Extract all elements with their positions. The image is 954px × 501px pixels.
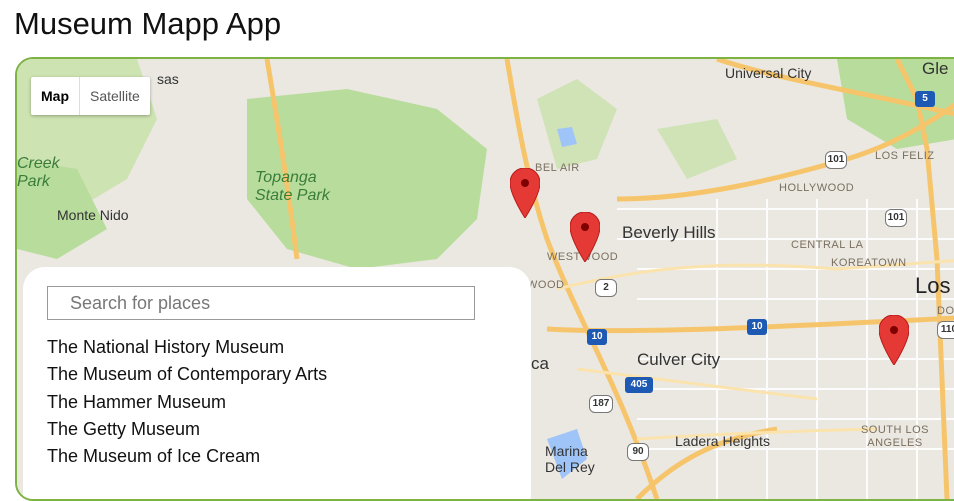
- highway-shield-10-b: 10: [747, 319, 767, 335]
- map-label-culver-city: Culver City: [637, 350, 721, 369]
- map-label-monte-nido: Monte Nido: [57, 207, 129, 223]
- places-panel: The National History Museum The Museum o…: [23, 267, 531, 499]
- places-list: The National History Museum The Museum o…: [47, 337, 327, 473]
- list-item[interactable]: The Museum of Ice Cream: [47, 446, 327, 473]
- map-label-topanga-state-park: Topanga State Park: [255, 169, 330, 204]
- highway-shield-101: 101: [825, 151, 847, 169]
- map-type-satellite-button[interactable]: Satellite: [80, 77, 150, 115]
- map-label-los-angeles: Los: [915, 273, 951, 298]
- highway-shield-405: 405: [625, 377, 653, 393]
- map-label-ladera-heights: Ladera Heights: [675, 433, 770, 449]
- map-label-koreatown: KOREATOWN: [831, 257, 907, 269]
- map-label-los-feliz: LOS FELIZ: [875, 150, 935, 162]
- map-marker-hammer-icon[interactable]: [570, 212, 600, 262]
- map-label-downtown: DO: [937, 305, 954, 317]
- highway-shield-110: 110: [937, 321, 954, 339]
- highway-shield-90: 90: [627, 443, 649, 461]
- highway-shield-5: 5: [915, 91, 935, 107]
- map-label-beverly-hills: Beverly Hills: [622, 223, 716, 242]
- map-label-creek-park: Creek Park: [17, 155, 60, 190]
- map-label-universal-city: Universal City: [725, 65, 812, 81]
- list-item[interactable]: The Getty Museum: [47, 419, 327, 446]
- map-label-central-la: CENTRAL LA: [791, 239, 864, 251]
- map-label-bel-air: BEL AIR: [535, 162, 580, 174]
- map-label-hollywood: HOLLYWOOD: [779, 182, 855, 194]
- map[interactable]: Map Satellite sas Universal City Gle Cre…: [15, 57, 954, 501]
- highway-shield-10: 10: [587, 329, 607, 345]
- map-label-marina-del-rey: Marina Del Rey: [545, 443, 595, 475]
- map-label-glendale: Gle: [922, 59, 949, 78]
- app-title: Museum Mapp App: [14, 6, 282, 41]
- map-label-ca-fragment: ca: [531, 354, 549, 373]
- highway-shield-187: 187: [589, 395, 613, 413]
- list-item[interactable]: The Hammer Museum: [47, 392, 327, 419]
- list-item[interactable]: The National History Museum: [47, 337, 327, 364]
- map-label-south-los-angeles: SOUTH LOS ANGELES: [860, 424, 930, 449]
- map-type-control: Map Satellite: [31, 77, 150, 115]
- highway-shield-2: 2: [595, 279, 617, 297]
- map-label-westwood-fragment: WOOD: [527, 279, 565, 291]
- map-type-map-button[interactable]: Map: [31, 77, 80, 115]
- search-input[interactable]: [47, 286, 475, 320]
- map-marker-downtown-icon[interactable]: [879, 315, 909, 365]
- map-label-calabasas: sas: [157, 71, 179, 87]
- map-marker-getty-icon[interactable]: [510, 168, 540, 218]
- list-item[interactable]: The Museum of Contemporary Arts: [47, 364, 327, 391]
- highway-shield-101-b: 101: [885, 209, 907, 227]
